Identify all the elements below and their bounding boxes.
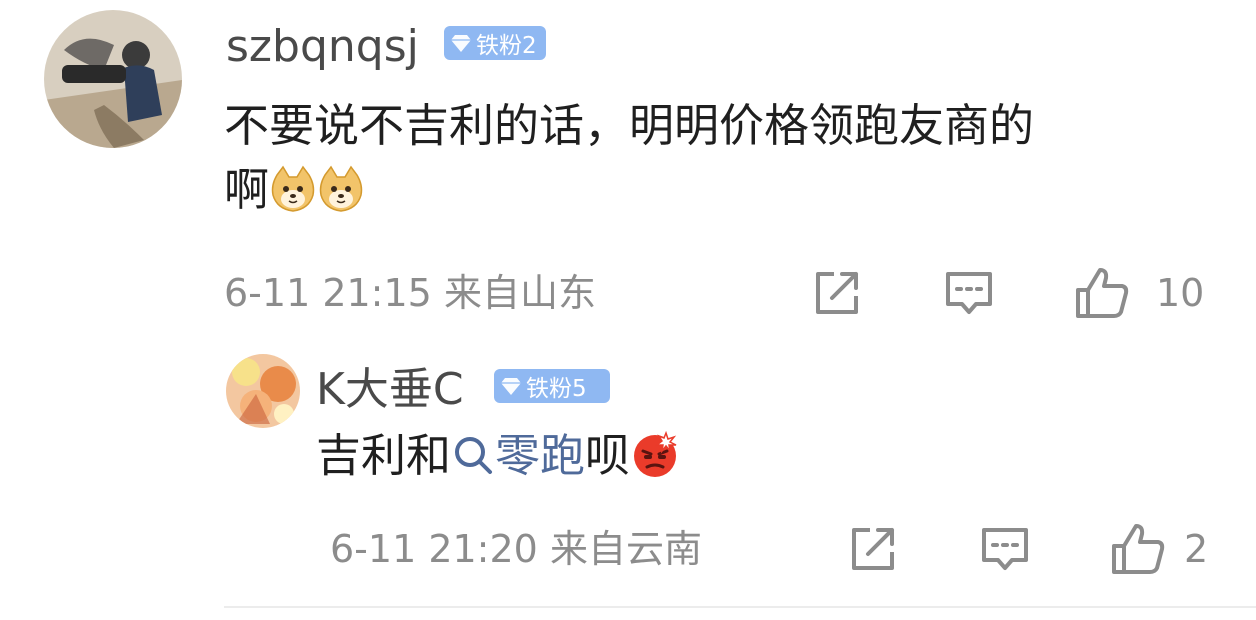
reply-text-after: 呗 [585,429,631,482]
share-icon[interactable] [848,524,898,574]
doge-emoji [269,165,317,230]
reply-meta: 6-11 21:20 来自云南 [330,530,702,568]
diamond-icon [451,35,471,52]
like-count: 10 [1156,271,1205,315]
avatar[interactable] [226,354,300,428]
comment-username[interactable]: szbqnqsj [226,25,419,69]
fan-badge[interactable]: 铁粉2 [444,26,546,60]
angry-emoji [630,429,680,496]
comment-text: 不要说不吉利的话，明明价格领跑友商的 啊 [224,94,1034,230]
search-icon [455,437,493,474]
divider [224,606,1256,608]
badge-label: 铁粉5 [526,376,587,402]
reply-text-before: 吉利和 [316,429,452,482]
reply-time: 6-11 21:20 [330,527,538,571]
reply-text: 吉利和 零跑呗 [316,424,680,496]
fan-badge[interactable]: 铁粉5 [494,369,610,403]
comment-location: 来自山东 [443,271,596,315]
avatar[interactable] [44,10,182,148]
like-count: 2 [1184,527,1209,571]
comment-text-line1: 不要说不吉利的话，明明价格领跑友商的 [224,99,1035,152]
comment-meta: 6-11 21:15 来自山东 [224,274,596,312]
comment-icon[interactable] [944,270,994,318]
like-icon[interactable] [1074,266,1130,320]
diamond-icon [501,378,521,395]
comment-time: 6-11 21:15 [224,271,432,315]
badge-label: 铁粉2 [476,33,537,59]
comment-thread: szbqnqsj 铁粉2 不要说不吉利的话，明明价格领跑友商的 啊 6-11 2… [0,0,1256,620]
share-icon[interactable] [812,268,862,318]
like-icon[interactable] [1110,522,1166,576]
reply-username[interactable]: K大垂C [316,368,464,412]
reply-location: 来自云南 [549,527,702,571]
doge-emoji [317,165,365,230]
comment-icon[interactable] [980,526,1030,574]
topic-link[interactable]: 零跑 [451,429,585,482]
comment-text-line2: 啊 [224,163,270,216]
topic-text: 零跑 [495,429,586,482]
